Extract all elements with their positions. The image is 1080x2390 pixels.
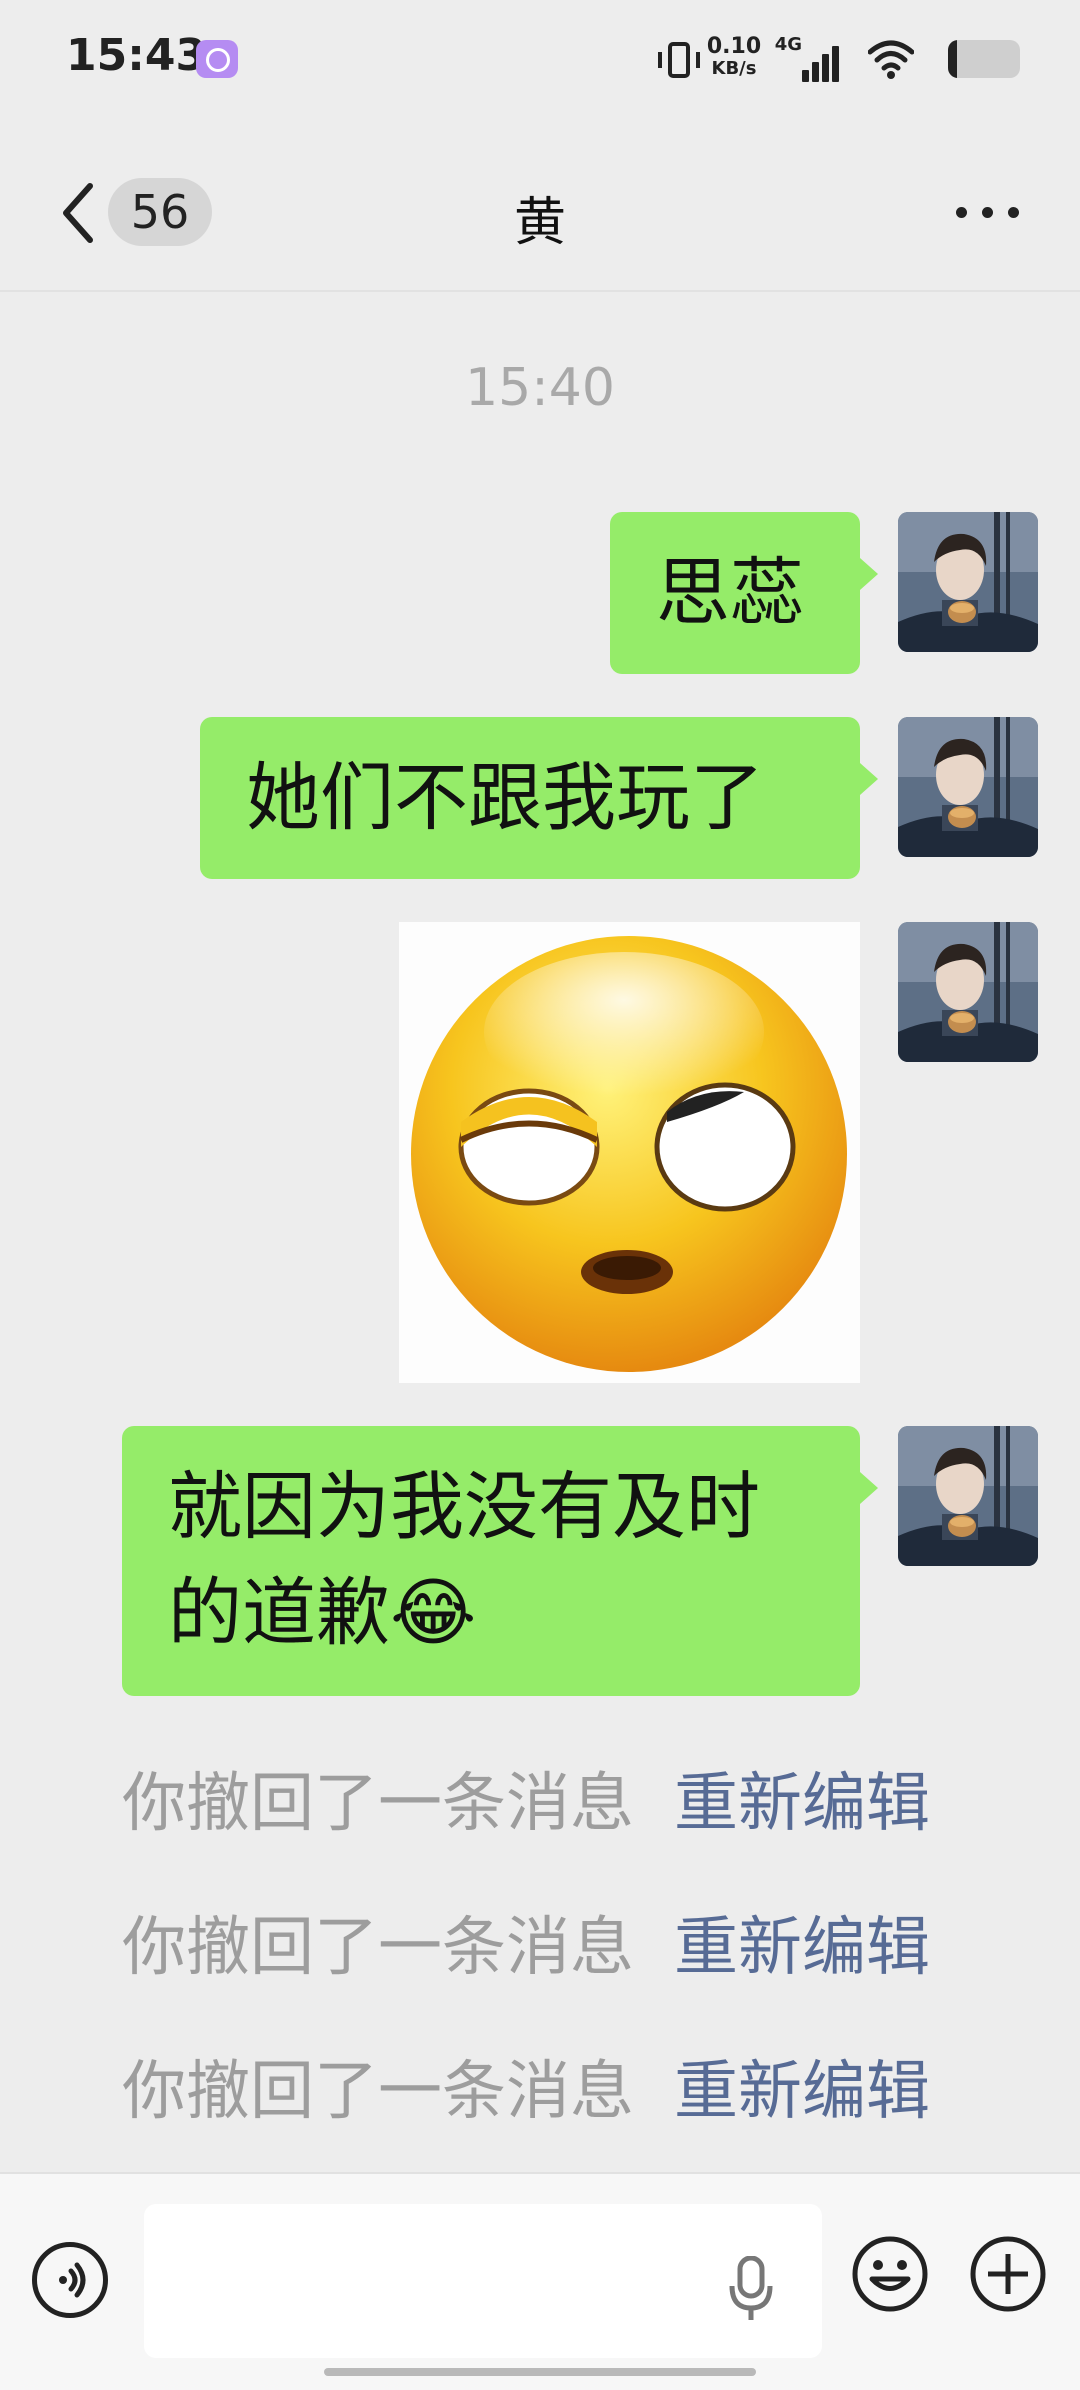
recall-notice: 你撤回了一条消息 重新编辑 bbox=[122, 1752, 930, 1844]
re-edit-link[interactable]: 重新编辑 bbox=[674, 2055, 930, 2129]
message-bubble[interactable]: 她们不跟我玩了 bbox=[200, 717, 878, 879]
emoji-icon[interactable] bbox=[850, 2234, 930, 2314]
voice-icon[interactable] bbox=[32, 2242, 108, 2318]
re-edit-link[interactable]: 重新编辑 bbox=[674, 1767, 930, 1841]
signal-icon bbox=[800, 38, 844, 82]
status-time: 15:43 bbox=[66, 30, 207, 81]
chat-header: 56 黄 bbox=[0, 150, 1080, 292]
network-speed-unit: KB/s bbox=[711, 58, 757, 79]
recall-text: 你撤回了一条消息 bbox=[122, 2055, 634, 2129]
message-text-line: 的道歉😂 bbox=[168, 1570, 477, 1656]
app-notification-icon bbox=[196, 40, 238, 78]
message-text-line: 就因为我没有及时 bbox=[168, 1464, 760, 1550]
recall-text: 你撤回了一条消息 bbox=[122, 1911, 634, 1985]
message-input[interactable] bbox=[144, 2204, 822, 2358]
network-speed-value: 0.10 bbox=[706, 34, 762, 59]
input-bar bbox=[0, 2172, 1080, 2390]
battery-icon bbox=[948, 40, 1020, 78]
message-text: 她们不跟我玩了 bbox=[246, 755, 764, 841]
recall-text: 你撤回了一条消息 bbox=[122, 1767, 634, 1841]
avatar[interactable] bbox=[898, 717, 1038, 857]
status-bar: 15:43 0.10 KB/s 4G bbox=[0, 0, 1080, 120]
avatar[interactable] bbox=[898, 1426, 1038, 1566]
status-icons: 0.10 KB/s 4G bbox=[600, 28, 1020, 92]
more-icon[interactable] bbox=[956, 200, 1020, 224]
wifi-icon bbox=[868, 40, 914, 79]
network-type: 4G bbox=[774, 34, 802, 55]
recall-notice: 你撤回了一条消息 重新编辑 bbox=[122, 1896, 930, 1988]
home-indicator bbox=[324, 2368, 756, 2376]
vibrate-icon bbox=[658, 42, 700, 78]
chat-title: 黄 bbox=[513, 193, 566, 253]
message-text: 思蕊 bbox=[656, 550, 804, 636]
message-list[interactable]: 15:40 思蕊 她们不跟我玩了 就因为我没有及时 的道歉😂 你撤回了一条消息 … bbox=[0, 292, 1080, 2172]
battery-level-fill bbox=[948, 40, 957, 78]
re-edit-link[interactable]: 重新编辑 bbox=[674, 1911, 930, 1985]
rolling-eye-emoji-sticker[interactable] bbox=[399, 922, 860, 1383]
plus-icon[interactable] bbox=[968, 2234, 1048, 2314]
message-bubble[interactable]: 思蕊 bbox=[610, 512, 878, 674]
avatar[interactable] bbox=[898, 922, 1038, 1062]
message-bubble[interactable]: 就因为我没有及时 的道歉😂 bbox=[122, 1426, 878, 1696]
mic-icon[interactable] bbox=[728, 2256, 774, 2322]
network-speed: 0.10 KB/s bbox=[706, 36, 762, 80]
avatar[interactable] bbox=[898, 512, 1038, 652]
time-divider: 15:40 bbox=[465, 358, 615, 418]
recall-notice: 你撤回了一条消息 重新编辑 bbox=[122, 2040, 930, 2132]
